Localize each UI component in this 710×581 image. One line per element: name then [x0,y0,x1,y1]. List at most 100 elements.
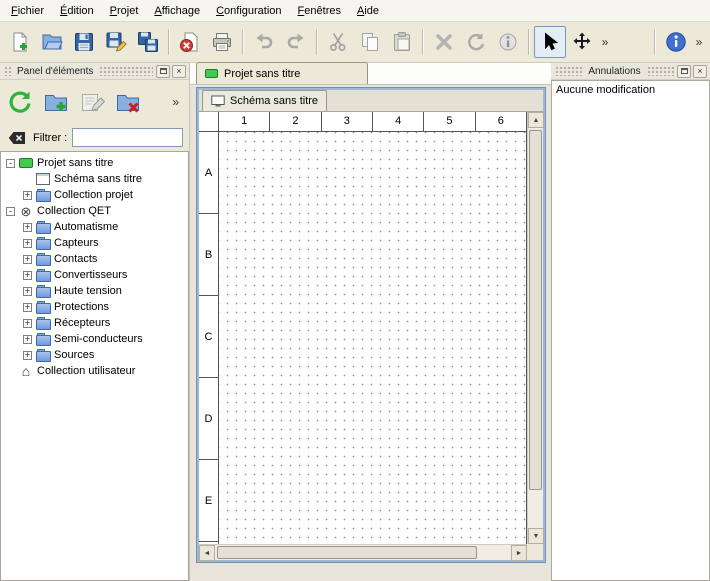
cut-button[interactable] [322,26,354,58]
save-all-button[interactable] [132,26,164,58]
elements-panel-titlebar[interactable]: Panel d'éléments × [0,63,189,80]
toolbar-separator [168,29,170,55]
rotate-button[interactable] [460,26,492,58]
undo-dock: Annulations × Aucune modification [551,63,710,581]
expand-icon[interactable]: + [23,303,32,312]
row-header: C [199,296,218,378]
tree-item-schema[interactable]: Schéma sans titre [1,171,188,187]
clear-filter-button[interactable] [6,129,28,147]
tree-item-label: Récepteurs [54,317,110,329]
menu-affichage[interactable]: Affichage [146,2,208,20]
about-button[interactable] [660,26,692,58]
undo-button[interactable] [248,26,280,58]
expand-icon[interactable]: + [23,287,32,296]
undo-icon [253,31,275,53]
panel-toolbar-overflow-button[interactable]: » [172,95,179,109]
tree-item-convertisseurs[interactable]: +Convertisseurs [1,267,188,283]
menu-fenetres[interactable]: Fenêtres [290,2,349,20]
expand-icon[interactable]: + [23,223,32,232]
tree-item-recepteurs[interactable]: + Récepteurs [1,315,188,331]
undo-list[interactable]: Aucune modification [551,80,710,581]
tree-item-collection-utilisateur[interactable]: Collection utilisateur [1,363,188,379]
delete-element-button[interactable] [112,86,144,118]
folder-icon [36,189,50,202]
expand-icon[interactable]: + [23,239,32,248]
project-icon [205,69,218,78]
menu-fichier[interactable]: Fichier [3,2,52,20]
horizontal-scroll-thumb[interactable] [217,546,477,559]
move-icon [571,31,593,53]
paste-button[interactable] [386,26,418,58]
move-mode-button[interactable] [566,26,598,58]
scroll-left-button[interactable]: ◄ [199,545,215,561]
tab-schema[interactable]: Schéma sans titre [202,90,327,111]
tree-item-contacts[interactable]: +Contacts [1,251,188,267]
elements-tree[interactable]: -Projet sans titre Schéma sans titre +Co… [0,151,189,581]
new-document-button[interactable] [4,26,36,58]
expand-icon[interactable]: + [23,255,32,264]
new-element-button[interactable] [40,86,72,118]
float-panel-button[interactable] [156,65,170,78]
menu-edition[interactable]: Édition [52,2,102,20]
menu-projet[interactable]: Projet [102,2,147,20]
expand-icon[interactable]: + [23,319,32,328]
save-button[interactable] [68,26,100,58]
menu-aide[interactable]: Aide [349,2,387,20]
redo-button[interactable] [280,26,312,58]
scroll-down-button[interactable]: ▼ [528,528,544,544]
tree-item-automatisme[interactable]: +Automatisme [1,219,188,235]
schema-paper[interactable]: 1 2 3 4 5 6 A B C D [199,112,527,544]
vertical-scroll-track[interactable] [528,128,543,528]
collapse-icon[interactable]: - [6,207,15,216]
menubar: Fichier Édition Projet Affichage Configu… [0,0,710,22]
select-arrow-icon [539,31,561,53]
float-undo-panel-button[interactable] [677,65,691,78]
dock-grip [4,66,11,76]
tree-item-protections[interactable]: +Protections [1,299,188,315]
tree-item-project[interactable]: -Projet sans titre [1,155,188,171]
select-mode-button[interactable] [534,26,566,58]
horizontal-scrollbar[interactable]: ◄ ► [199,544,527,560]
scroll-right-button[interactable]: ► [511,545,527,561]
conductor-info-button[interactable] [492,26,524,58]
menu-configuration[interactable]: Configuration [208,2,289,20]
scroll-up-button[interactable]: ▲ [528,112,544,128]
expand-icon[interactable]: + [23,351,32,360]
reload-collections-button[interactable] [4,86,36,118]
expand-icon[interactable]: + [23,191,32,200]
expand-icon[interactable]: + [23,335,32,344]
tree-item-sources[interactable]: +Sources [1,347,188,363]
column-header: 5 [424,112,475,131]
vertical-scroll-thumb[interactable] [529,130,542,490]
save-as-button[interactable] [100,26,132,58]
tree-item-haute-tension[interactable]: + Haute tension [1,283,188,299]
tree-item-label: Haute tension [54,285,122,297]
horizontal-scroll-track[interactable] [215,545,511,560]
filter-input[interactable] [72,128,183,147]
tree-item-label: Collection QET [37,205,111,217]
collapse-icon[interactable]: - [6,159,15,168]
delete-button[interactable] [428,26,460,58]
folder-icon [36,269,50,282]
close-panel-button[interactable]: × [172,65,186,78]
edit-element-button[interactable] [76,86,108,118]
toolbar-overflow-button[interactable]: » [598,26,612,58]
close-undo-panel-button[interactable]: × [693,65,707,78]
help-overflow-button[interactable]: » [692,26,706,58]
open-button[interactable] [36,26,68,58]
header-corner [199,112,219,131]
vertical-scrollbar[interactable]: ▲ ▼ [527,112,543,544]
print-button[interactable] [206,26,238,58]
undo-dock-titlebar[interactable]: Annulations × [551,63,710,80]
schema-grid[interactable] [219,132,526,544]
toolbar-separator [654,29,656,55]
tree-item-capteurs[interactable]: +Capteurs [1,235,188,251]
copy-button[interactable] [354,26,386,58]
expand-icon[interactable]: + [23,271,32,280]
project-window[interactable]: Schéma sans titre 1 2 3 4 5 6 [197,88,545,562]
tab-project[interactable]: Projet sans titre [196,62,368,84]
close-document-button[interactable] [174,26,206,58]
tree-item-collection-qet[interactable]: - Collection QET [1,203,188,219]
tree-item-semi-conducteurs[interactable]: +Semi-conducteurs [1,331,188,347]
tree-item-collection-projet[interactable]: +Collection projet [1,187,188,203]
